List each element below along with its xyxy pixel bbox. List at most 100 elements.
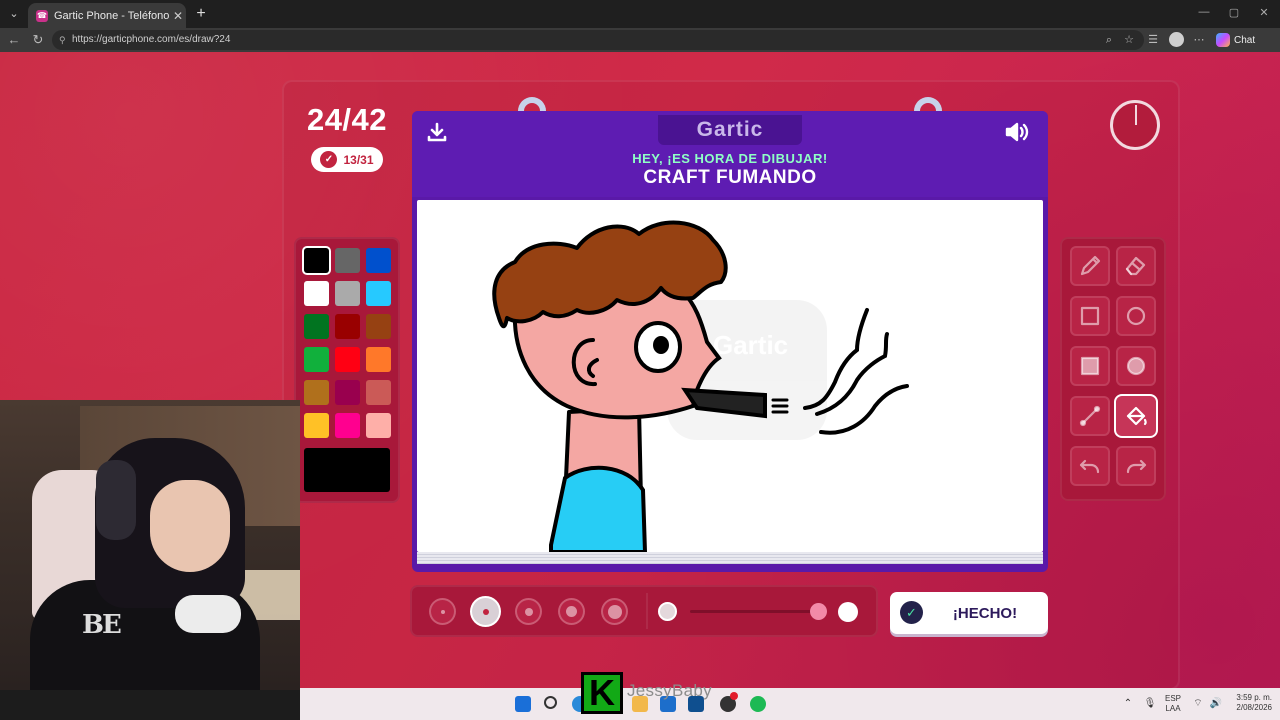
prompt-word: CRAFT FUMANDO (643, 167, 817, 188)
tool-redo[interactable] (1116, 446, 1156, 486)
ellipse-fill-icon (1126, 356, 1146, 376)
start-icon[interactable] (515, 696, 531, 712)
sound-icon[interactable] (1004, 121, 1030, 143)
swatch-salmon[interactable] (366, 380, 391, 405)
minimize-icon[interactable]: — (1194, 6, 1214, 18)
tool-rect-fill[interactable] (1070, 346, 1110, 386)
tool-rect-outline[interactable] (1070, 296, 1110, 336)
copilot-icon (1216, 33, 1230, 47)
tool-ellipse-fill[interactable] (1116, 346, 1156, 386)
clock[interactable]: 3:59 p. m. 2/08/2026 (1226, 693, 1272, 713)
check-icon: ✓ (320, 151, 338, 168)
drawing-canvas[interactable]: Gartic (417, 200, 1043, 552)
round-counter: 24/42 (306, 102, 388, 137)
webcam-person-face (150, 480, 230, 572)
swatch-wine[interactable] (335, 380, 360, 405)
notebook-page-edge (417, 552, 1043, 564)
tool-pencil[interactable] (1070, 246, 1110, 286)
opacity-slider-track[interactable] (690, 610, 820, 613)
done-check-icon: ✓ (900, 601, 923, 624)
gartic-favicon-icon: ☎ (36, 9, 48, 22)
browser-tab[interactable]: ☎ Gartic Phone - Teléfono Descomp ✕ (28, 3, 186, 28)
opacity-high-icon[interactable] (838, 602, 858, 622)
live-dot (730, 692, 738, 700)
maximize-icon[interactable]: ▢ (1224, 6, 1244, 19)
stroke-size-4[interactable] (558, 598, 585, 625)
rect-outline-icon (1080, 306, 1100, 326)
rect-fill-icon (1080, 356, 1100, 376)
swatch-blue[interactable] (366, 248, 391, 273)
download-icon[interactable] (426, 121, 448, 143)
tool-ellipse-outline[interactable] (1116, 296, 1156, 336)
streamer-name: JessyBaby (627, 681, 712, 700)
swatch-magenta[interactable] (335, 413, 360, 438)
gartic-logo: Gartic (658, 115, 802, 145)
swatch-green[interactable] (304, 347, 329, 372)
browser-toolbar: ← ↻ ⚲ https://garticphone.com/es/draw?24… (0, 28, 1280, 52)
swatch-white[interactable] (304, 281, 329, 306)
tool-undo[interactable] (1070, 446, 1110, 486)
svg-text:Gartic: Gartic (713, 330, 788, 360)
mic-tray-icon[interactable]: 🎙 (1142, 696, 1158, 712)
search-icon[interactable] (544, 696, 557, 709)
opacity-low-icon[interactable] (658, 602, 677, 621)
current-color-preview (304, 448, 390, 492)
tool-panel (1060, 237, 1166, 501)
done-button[interactable]: ✓ ¡HECHO! (890, 592, 1048, 634)
swatch-pink[interactable] (366, 413, 391, 438)
tool-line[interactable] (1070, 396, 1110, 436)
players-done-badge: ✓ 13/31 (311, 147, 383, 172)
swatch-dark-red[interactable] (335, 314, 360, 339)
favorite-star-icon[interactable]: ☆ (1122, 33, 1136, 47)
stroke-size-5[interactable] (601, 598, 628, 625)
brush-options-bar (410, 585, 878, 637)
tab-title: Gartic Phone - Teléfono Descomp (54, 9, 170, 22)
redo-icon (1126, 459, 1147, 474)
reload-icon[interactable]: ↻ (30, 32, 46, 48)
site-info-icon[interactable]: ⚲ (59, 30, 66, 50)
swatch-red[interactable] (335, 347, 360, 372)
window-close-icon[interactable]: ✕ (1254, 6, 1274, 19)
favorites-icon[interactable]: ☰ (1146, 33, 1160, 47)
swatch-black[interactable] (304, 248, 329, 273)
new-tab-button[interactable]: + (192, 5, 210, 23)
close-tab-icon[interactable]: ✕ (170, 9, 186, 23)
kick-logo: K (581, 672, 623, 714)
browser-titlebar: ⌄ ☎ Gartic Phone - Teléfono Descomp ✕ + … (0, 0, 1280, 28)
shirt-print: BE (82, 610, 123, 640)
tool-eraser[interactable] (1116, 246, 1156, 286)
opacity-slider-handle[interactable] (810, 603, 827, 620)
tray-chevron-icon[interactable]: ⌃ (1120, 696, 1136, 712)
input-language[interactable]: ESP LAA (1162, 694, 1184, 714)
tool-fill-bucket[interactable] (1116, 396, 1156, 436)
pencil-icon (1080, 255, 1101, 276)
stroke-size-2[interactable] (472, 598, 499, 625)
tab-list-icon[interactable]: ⌄ (6, 6, 22, 22)
fill-bucket-icon (1126, 406, 1147, 426)
eraser-icon (1125, 256, 1146, 276)
swatch-gray[interactable] (335, 248, 360, 273)
spotify-icon[interactable] (750, 696, 766, 712)
swatch-brown[interactable] (366, 314, 391, 339)
swatch-orange[interactable] (366, 347, 391, 372)
back-icon[interactable]: ← (6, 32, 22, 48)
swatch-ochre[interactable] (304, 380, 329, 405)
address-bar[interactable]: ⚲ https://garticphone.com/es/draw?24 ⌕ ☆ (52, 30, 1144, 50)
more-icon[interactable]: ⋯ (1192, 33, 1206, 47)
swatch-yellow[interactable] (304, 413, 329, 438)
wifi-icon[interactable]: ⌔ (1190, 696, 1206, 712)
copilot-chat-button[interactable]: Chat (1216, 31, 1255, 49)
profile-avatar[interactable] (1169, 32, 1184, 47)
drawing-shirt (549, 465, 648, 552)
color-palette (294, 237, 400, 503)
timer-icon (1110, 100, 1160, 150)
stroke-size-1[interactable] (429, 598, 456, 625)
webcam-overlay: BE (0, 400, 300, 690)
swatch-light-gray[interactable] (335, 281, 360, 306)
zoom-icon[interactable]: ⌕ (1102, 33, 1116, 47)
swatch-cyan[interactable] (366, 281, 391, 306)
headphones-icon (96, 460, 136, 540)
swatch-dark-green[interactable] (304, 314, 329, 339)
stroke-size-3[interactable] (515, 598, 542, 625)
volume-icon[interactable]: 🔊 (1208, 696, 1224, 712)
